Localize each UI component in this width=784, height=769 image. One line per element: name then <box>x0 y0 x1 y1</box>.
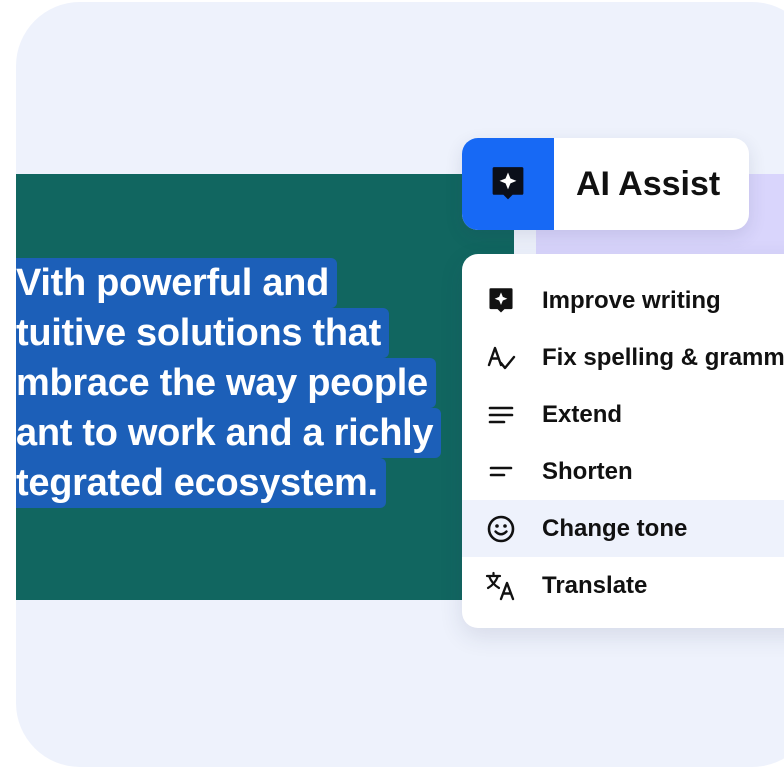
ai-assist-button[interactable]: AI Assist <box>462 138 749 230</box>
text-line: tegrated ecosystem. <box>16 458 514 508</box>
sparkle-bubble-icon <box>492 167 524 200</box>
card-background: Vith powerful and tuitive solutions that… <box>16 2 784 767</box>
smiley-icon <box>484 512 518 546</box>
text-line: mbrace the way people <box>16 358 514 408</box>
ai-assist-label: AI Assist <box>576 164 721 203</box>
spell-check-icon <box>484 341 518 375</box>
ai-assist-menu: Improve writing Fix spelling & grammar E… <box>462 254 784 628</box>
menu-item-label: Fix spelling & grammar <box>542 343 784 371</box>
ai-assist-icon-box <box>462 138 554 230</box>
menu-item-label: Improve writing <box>542 286 721 314</box>
text-line: Vith powerful and <box>16 258 514 308</box>
menu-item-label: Translate <box>542 571 648 599</box>
menu-item-fix-spelling[interactable]: Fix spelling & grammar <box>462 329 784 386</box>
shorten-lines-icon <box>484 455 518 489</box>
text-line: ant to work and a richly <box>16 408 514 458</box>
menu-item-change-tone[interactable]: Change tone <box>462 500 784 557</box>
sparkle-bubble-icon <box>484 284 518 318</box>
translate-icon <box>484 569 518 603</box>
menu-item-extend[interactable]: Extend <box>462 386 784 443</box>
menu-item-label: Change tone <box>542 514 688 542</box>
extend-lines-icon <box>484 398 518 432</box>
menu-item-label: Shorten <box>542 457 633 485</box>
menu-item-translate[interactable]: Translate <box>462 557 784 614</box>
menu-item-label: Extend <box>542 400 623 428</box>
selected-text[interactable]: Vith powerful and tuitive solutions that… <box>16 258 514 508</box>
menu-item-improve-writing[interactable]: Improve writing <box>462 272 784 329</box>
menu-item-shorten[interactable]: Shorten <box>462 443 784 500</box>
text-line: tuitive solutions that <box>16 308 514 358</box>
